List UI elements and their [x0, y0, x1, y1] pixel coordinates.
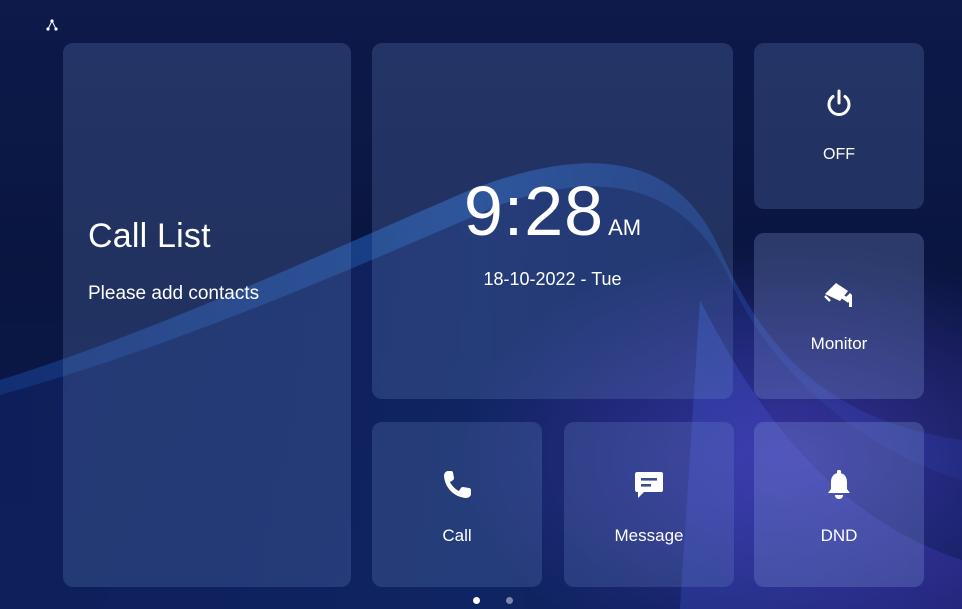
call-list-title: Call List	[88, 217, 211, 255]
dnd-button[interactable]: DND	[754, 422, 924, 587]
off-button[interactable]: OFF	[754, 43, 924, 209]
message-button[interactable]: Message	[564, 422, 734, 587]
call-list-subtitle: Please add contacts	[88, 283, 260, 304]
power-icon	[827, 89, 851, 116]
message-icon	[635, 472, 663, 498]
page-indicator	[0, 597, 962, 605]
clock-time: 9:28	[463, 172, 605, 250]
call-button[interactable]: Call	[372, 422, 542, 587]
clock-tile: 9:28 AM 18-10-2022 - Tue	[372, 43, 733, 399]
bell-icon	[828, 470, 850, 499]
call-label: Call	[442, 526, 472, 545]
monitor-button[interactable]: Monitor	[754, 233, 924, 399]
message-label: Message	[614, 526, 684, 545]
clock-ampm: AM	[608, 215, 642, 240]
clock-date: 18-10-2022 - Tue	[483, 269, 622, 289]
phone-icon	[444, 471, 471, 498]
call-list-tile[interactable]: Call List Please add contacts	[63, 43, 351, 587]
off-label: OFF	[823, 146, 855, 163]
monitor-label: Monitor	[810, 334, 868, 353]
network-icon	[46, 19, 58, 31]
security-camera-icon	[824, 283, 852, 307]
page-dot-1[interactable]	[473, 597, 480, 604]
clock-time-line: 9:28 AM	[372, 171, 733, 251]
dnd-label: DND	[820, 526, 858, 545]
page-dot-2[interactable]	[506, 597, 513, 604]
